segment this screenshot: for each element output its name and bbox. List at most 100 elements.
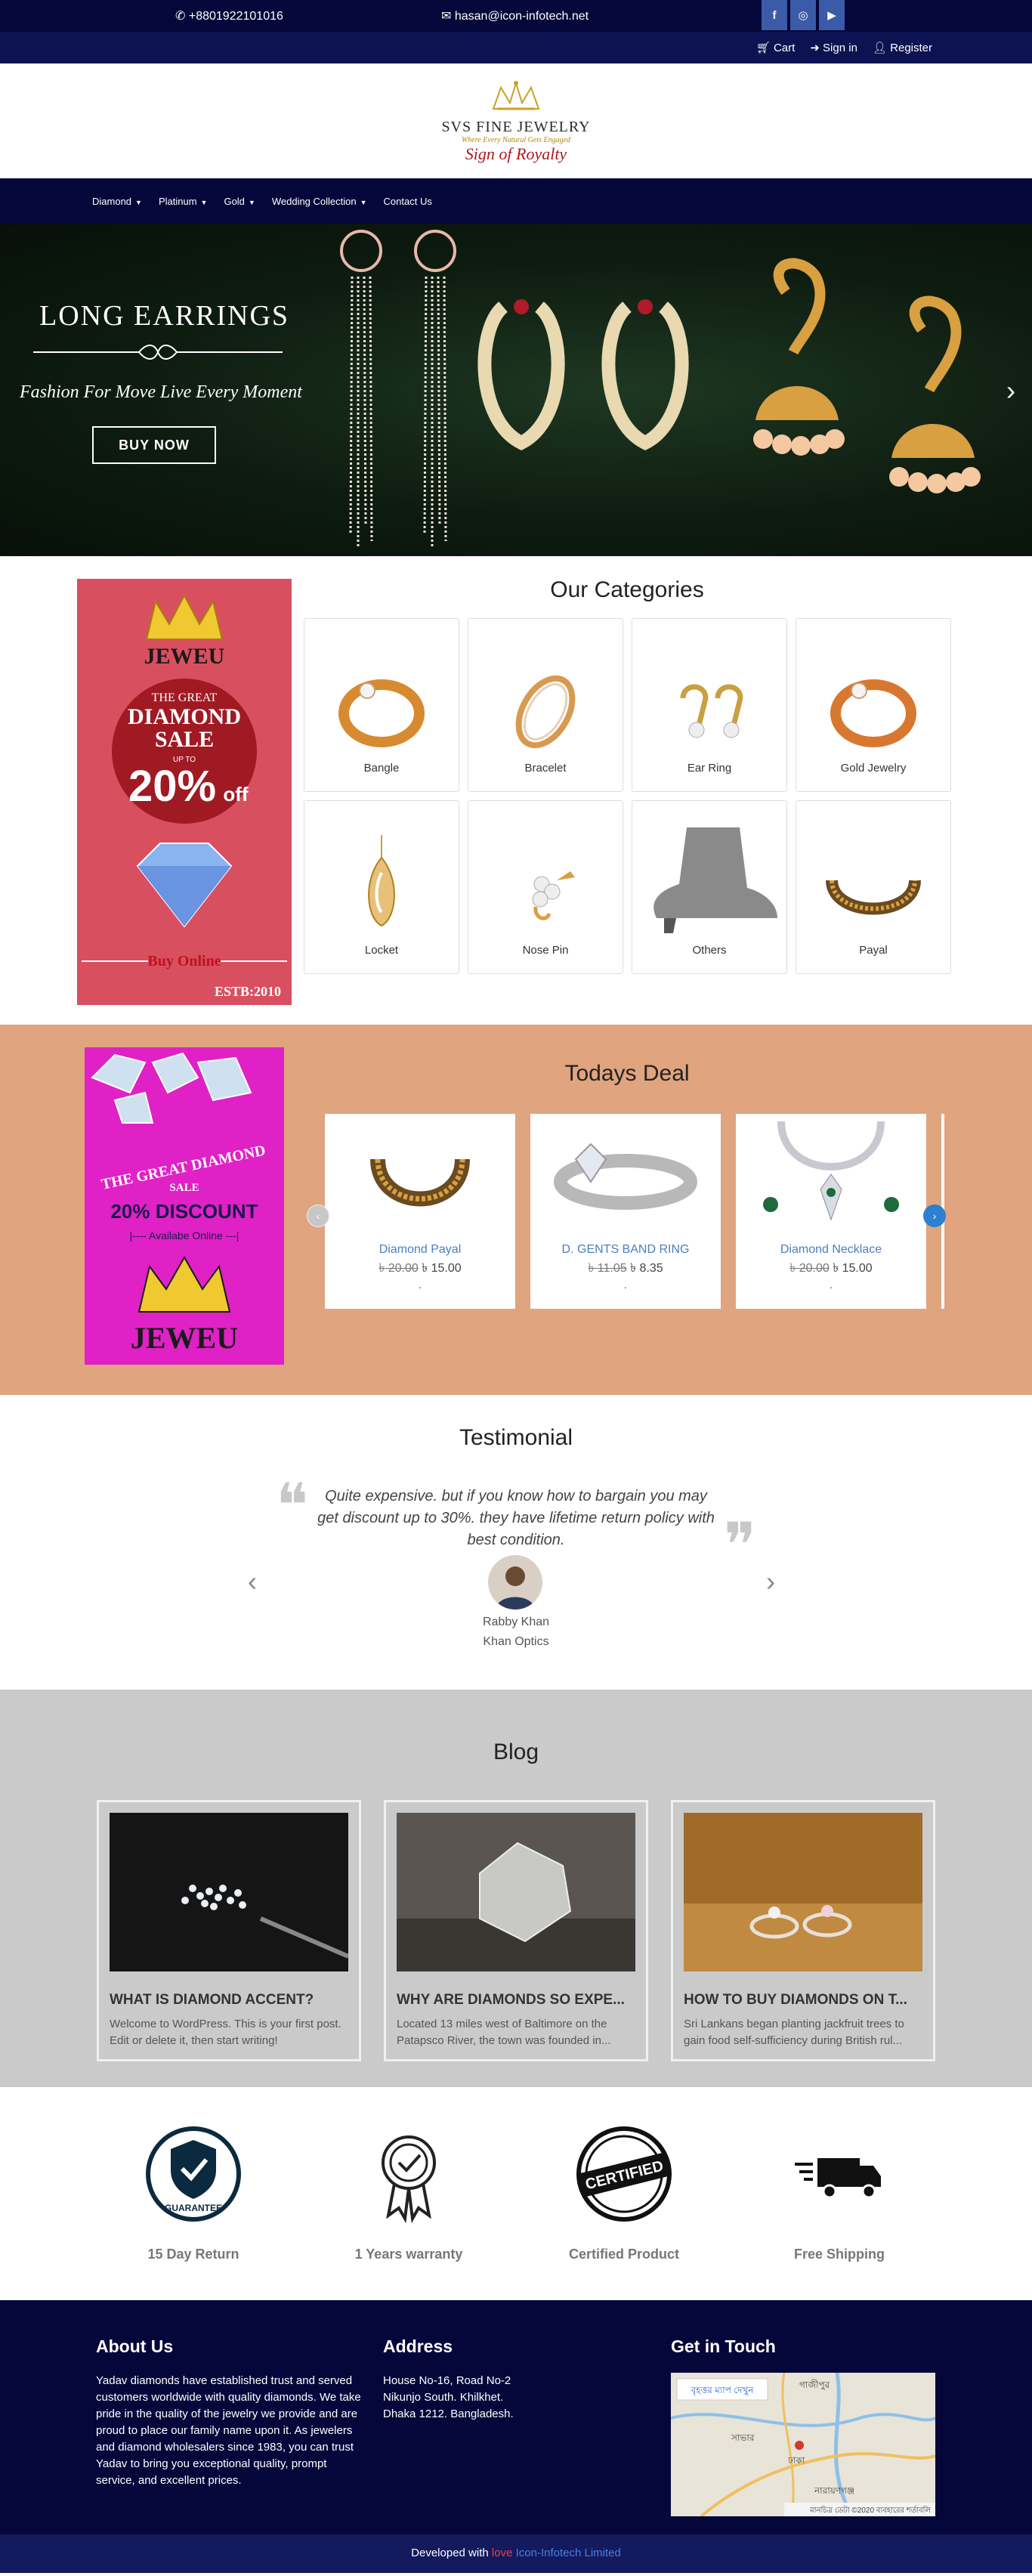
blog-card[interactable]: WHY ARE DIAMONDS SO EXPE... Located 13 m… xyxy=(384,1800,648,2061)
location-map[interactable]: বৃহত্তর ম্যাপ দেখুন গাজীপুর সাভার ঢাকা ন… xyxy=(671,2373,935,2516)
feature-shipping: Free Shipping xyxy=(752,2125,926,2262)
ring-product-image xyxy=(554,1143,697,1210)
product-name[interactable]: Diamond Necklace xyxy=(736,1243,926,1257)
nav-platinum[interactable]: Platinum ▼ xyxy=(159,196,208,207)
map-label: নারায়ণগঞ্জ xyxy=(814,2485,854,2496)
discount-artwork: THE GREAT DIAMOND SALE 20% DISCOUNT |---… xyxy=(91,1052,267,1355)
hero-banner[interactable]: LONG EARRINGS Fashion For Move Live Ever… xyxy=(0,224,1032,556)
nav-gold[interactable]: Gold ▼ xyxy=(224,196,255,207)
contact-title: Get in Touch xyxy=(671,2336,776,2356)
deal-next-arrow-icon[interactable]: › xyxy=(923,1205,946,1227)
logo-name: SVS FINE JEWELRY xyxy=(441,118,591,135)
testimonial-quote: Quite expensive. but if you know how to … xyxy=(317,1488,715,1548)
testimonial-next-arrow-icon[interactable]: › xyxy=(766,1566,775,1597)
blog-post-title[interactable]: HOW TO BUY DIAMONDS ON T... xyxy=(684,1992,922,2009)
nav-diamond[interactable]: Diamond ▼ xyxy=(92,196,142,207)
product-price: ৳ 20.00 ৳ 15.00 xyxy=(325,1258,515,1279)
product-name[interactable]: Diamond Payal xyxy=(325,1243,515,1257)
new-price: ৳ 15.00 xyxy=(422,1262,462,1275)
diamond-discount-banner[interactable]: THE GREAT DIAMOND SALE 20% DISCOUNT |---… xyxy=(85,1047,284,1365)
blog-title: Blog xyxy=(493,1739,539,1764)
address-line: Dhaka 1212. Bangladesh. xyxy=(383,2407,514,2420)
diamonds-pile-icon xyxy=(91,1052,252,1124)
nav-gold-label: Gold xyxy=(224,195,245,207)
register-label: Register xyxy=(890,42,932,54)
category-ear-ring[interactable]: Ear Ring xyxy=(632,618,787,792)
map-label: সাভার xyxy=(731,2432,755,2443)
new-price: ৳ 15.00 xyxy=(833,1262,873,1275)
developer-link[interactable]: Icon-Infotech Limited xyxy=(516,2547,621,2559)
address-line: Nikunjo South. Khilkhet. xyxy=(383,2391,504,2404)
social-links: f ◎ ▶ xyxy=(762,0,845,30)
nav-contact-us[interactable]: Contact Us xyxy=(384,196,432,207)
product-price: ৳ 20.00 ৳ 15.00 xyxy=(736,1258,926,1279)
map-graphic: বৃহত্তর ম্যাপ দেখুন গাজীপুর সাভার ঢাকা ন… xyxy=(671,2373,935,2516)
jhumka-left xyxy=(753,258,845,456)
shoe-image xyxy=(653,827,777,933)
blog-card[interactable]: WHAT IS DIAMOND ACCENT? Welcome to WordP… xyxy=(97,1800,361,2061)
promo1-line1: THE GREAT xyxy=(152,691,218,704)
cart-icon: 🛒︎ xyxy=(755,42,771,54)
promo1-estb: ESTB:2010 xyxy=(215,984,281,999)
promo1-line3: SALE xyxy=(155,727,214,752)
nose-pin-image xyxy=(532,871,575,920)
quote-open-icon: ❝ xyxy=(276,1474,309,1540)
feature-certified: CERTIFIED Certified Product xyxy=(537,2125,711,2262)
cart-label: Cart xyxy=(773,42,796,54)
copyright-bar: Developed with love Icon-Infotech Limite… xyxy=(0,2534,1032,2573)
category-locket[interactable]: Locket xyxy=(304,800,459,974)
deal-card-diamond-necklace[interactable]: Diamond Necklace ৳ 20.00 ৳ 15.00 . xyxy=(736,1114,926,1309)
top-bar: ✆ +8801922101016 ✉ hasan@icon-infotech.n… xyxy=(0,0,1032,32)
certified-stamp-icon: CERTIFIED xyxy=(576,2126,672,2222)
deal-prev-arrow-icon[interactable]: ‹ xyxy=(307,1205,329,1227)
instagram-icon[interactable]: ◎ xyxy=(790,0,816,30)
category-nose-pin[interactable]: Nose Pin xyxy=(468,800,623,974)
deal-card-gents-band-ring[interactable]: D. GENTS BAND RING ৳ 11.05 ৳ 8.35 . xyxy=(530,1114,721,1309)
promo1-percent: 20% xyxy=(128,762,216,811)
youtube-icon[interactable]: ▶ xyxy=(819,0,845,30)
old-price: ৳ 20.00 xyxy=(379,1262,419,1275)
locket-image xyxy=(368,835,395,927)
promo1-brand: JEWEU xyxy=(144,644,225,669)
todays-deal-section: THE GREAT DIAMOND SALE 20% DISCOUNT |---… xyxy=(0,1025,1032,1395)
deal-card-diamond-payal[interactable]: Diamond Payal ৳ 20.00 ৳ 15.00 . xyxy=(325,1114,515,1309)
category-gold-jewelry[interactable]: Gold Jewelry xyxy=(796,618,951,792)
phone-icon: ✆ xyxy=(175,10,186,23)
ornament-divider-icon xyxy=(33,345,283,360)
hero-next-arrow-icon[interactable]: › xyxy=(1006,375,1015,407)
quote-close-icon: ❞ xyxy=(724,1513,757,1579)
testimonial-section: Testimonial ❝ Quite expensive. but if yo… xyxy=(0,1395,1032,1690)
blog-post-title[interactable]: WHY ARE DIAMONDS SO EXPE... xyxy=(397,1992,635,2009)
product-extra: . xyxy=(830,1279,833,1291)
product-extra: . xyxy=(624,1279,627,1291)
signin-link[interactable]: ➜ Sign in xyxy=(810,41,857,54)
blog-card[interactable]: HOW TO BUY DIAMONDS ON T... Sri Lankans … xyxy=(671,1800,935,2061)
caret-down-icon: ▼ xyxy=(135,198,142,206)
buy-now-button[interactable]: BUY NOW xyxy=(92,426,216,464)
categories-grid: Bangle Bracelet Ear Ring Gold Jewelry Lo… xyxy=(304,618,951,974)
caret-down-icon: ▼ xyxy=(360,198,367,206)
nav-wedding-collection[interactable]: Wedding Collection ▼ xyxy=(272,196,367,207)
diamond-sale-banner[interactable]: JEWEU THE GREAT DIAMOND SALE UP TO 20% o… xyxy=(77,579,292,1005)
product-name[interactable]: D. GENTS BAND RING xyxy=(530,1243,721,1257)
category-bangle[interactable]: Bangle xyxy=(304,618,459,792)
category-others[interactable]: Others xyxy=(632,800,787,974)
category-payal[interactable]: Payal xyxy=(796,800,951,974)
caret-down-icon: ▼ xyxy=(200,198,208,206)
blog-section: Blog WHAT IS DIAMOND ACCENT? Welcome to … xyxy=(0,1690,1032,2087)
blog-post-title[interactable]: WHAT IS DIAMOND ACCENT? xyxy=(110,1992,348,2009)
feature-warranty: 1 Years warranty xyxy=(322,2125,496,2262)
cart-link[interactable]: 🛒︎ Cart xyxy=(756,41,796,54)
site-logo[interactable]: SVS FINE JEWELRY Where Every Natural Get… xyxy=(437,79,595,164)
category-bracelet[interactable]: Bracelet xyxy=(468,618,623,792)
payal-product-image xyxy=(370,1158,470,1207)
email-contact[interactable]: ✉ hasan@icon-infotech.net xyxy=(441,8,589,23)
blog-thumbnail-rings xyxy=(684,1813,922,1971)
testimonial-prev-arrow-icon[interactable]: ‹ xyxy=(248,1566,257,1597)
testimonial-name: Rabby Khan xyxy=(482,1616,550,1628)
bangle-image xyxy=(338,679,425,747)
facebook-icon[interactable]: f xyxy=(762,0,787,30)
phone-contact[interactable]: ✆ +8801922101016 xyxy=(175,8,283,23)
payal-image xyxy=(826,879,921,915)
register-link[interactable]: 👤︎ Register xyxy=(873,41,932,54)
